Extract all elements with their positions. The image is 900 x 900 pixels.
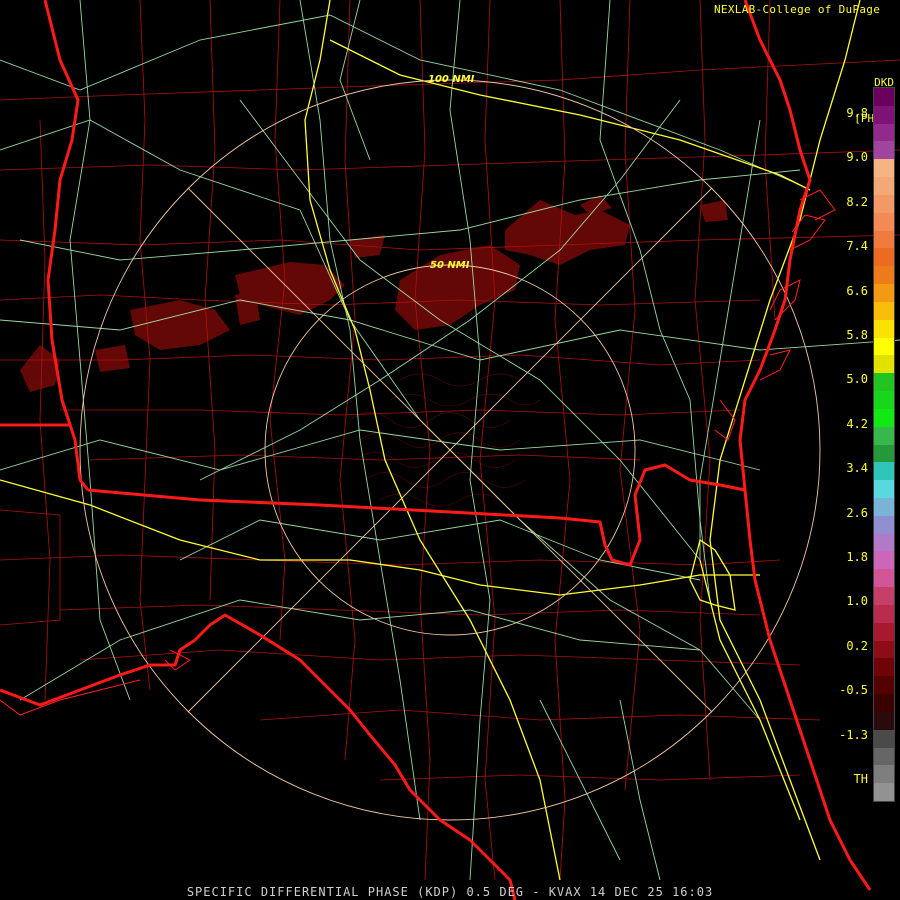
color-scale-label: 5.8 (846, 328, 868, 342)
color-scale-label: 9.8 (846, 106, 868, 120)
credit-text: NEXLAB-College of DuPage (714, 3, 881, 16)
color-scale-swatch (874, 711, 894, 731)
color-scale-swatch (874, 676, 894, 695)
color-scale-label: 8.2 (846, 194, 868, 209)
color-scale-swatch (874, 159, 894, 178)
color-scale-swatch (874, 266, 894, 285)
color-scale-label: 2.6 (846, 505, 868, 520)
color-scale-label: -1.3 (839, 727, 868, 742)
color-scale-swatch (874, 783, 894, 802)
color-scale-swatch (874, 462, 894, 481)
color-scale-swatch (874, 569, 894, 588)
color-scale-swatch (874, 123, 894, 142)
color-scale-swatch (874, 497, 894, 517)
coastline-detail (0, 189, 836, 716)
color-scale-swatch (874, 319, 894, 339)
color-scale-label: 0.2 (846, 638, 868, 653)
color-scale-swatch (874, 444, 894, 463)
color-scale-label: 3.4 (846, 461, 868, 476)
color-scale-swatch (874, 177, 894, 196)
color-scale-swatch (874, 480, 894, 499)
color-scale-label: -0.5 (839, 683, 868, 698)
ground-clutter (349, 373, 541, 507)
color-scale-swatch (874, 747, 894, 766)
color-scale-label: 4.2 (846, 416, 868, 431)
color-scale-label: TH (853, 772, 868, 786)
color-scale-swatch (874, 604, 894, 624)
color-scale-swatch (874, 230, 894, 249)
radar-map[interactable]: 100 NMI 50 NMI (0, 0, 900, 900)
color-scale-label: 9.0 (846, 150, 868, 165)
color-scale-label: 1.0 (846, 594, 868, 609)
color-scale-label: 5.0 (846, 372, 868, 387)
ring-label-50: 50 NMI (430, 260, 470, 271)
county-borders (0, 0, 900, 881)
color-scale-swatch (874, 373, 894, 392)
color-scale-swatch (874, 765, 894, 784)
ring-label-100: 100 NMI (428, 74, 475, 85)
color-scale-swatch (874, 426, 894, 445)
color-scale-swatch (874, 194, 894, 214)
color-scale-swatch (874, 284, 894, 303)
range-rings (79, 79, 821, 821)
color-scale-swatch (874, 141, 894, 160)
color-scale-swatch (874, 622, 894, 642)
color-scale-swatch (874, 408, 894, 428)
radial-se (449, 449, 713, 713)
color-scale-label: 6.6 (846, 283, 868, 298)
color-scale-swatch (874, 391, 894, 410)
color-scale-swatch (874, 301, 894, 321)
color-scale-swatch (874, 515, 894, 535)
color-scale-swatch (874, 694, 894, 713)
color-scale-swatch (874, 248, 894, 267)
range-ring-labels: 100 NMI 50 NMI (428, 74, 475, 271)
color-scale-swatch (874, 212, 894, 232)
color-scale-swatch (874, 355, 894, 374)
color-scale-swatch (874, 729, 894, 748)
radial-sw (187, 449, 451, 713)
color-scale-swatch (874, 337, 894, 356)
color-scale-swatch (874, 105, 894, 125)
color-scale-label: 1.8 (846, 550, 868, 564)
color-scale-swatch (874, 551, 894, 570)
roads (0, 0, 900, 881)
color-scale-swatch (874, 640, 894, 659)
color-scale-swatch (874, 88, 894, 107)
color-scale-bar (873, 87, 895, 802)
color-scale-label: 7.4 (846, 239, 868, 254)
state-line-ga-fl (87, 463, 746, 567)
color-scale-swatch (874, 658, 894, 677)
product-caption: SPECIFIC DIFFERENTIAL PHASE (KDP) 0.5 DE… (186, 885, 714, 899)
color-scale-swatch (874, 533, 894, 552)
color-scale-swatch (874, 587, 894, 606)
